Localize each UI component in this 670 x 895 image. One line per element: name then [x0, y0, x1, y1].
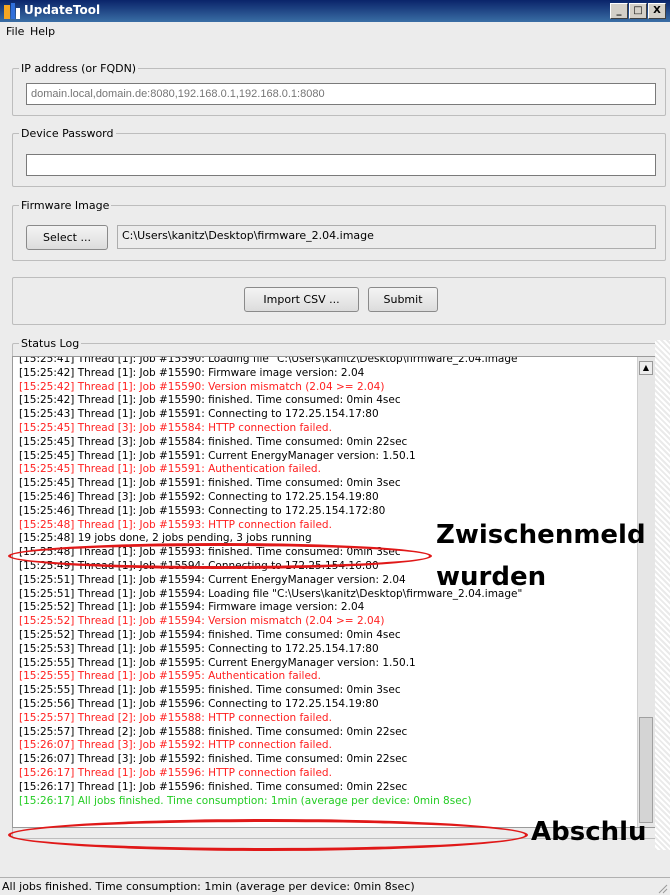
- ip-address-legend: IP address (or FQDN): [21, 62, 137, 75]
- highlight-ellipse-final: [8, 819, 528, 851]
- window-right-edge: [655, 340, 670, 850]
- log-scrollbar[interactable]: ▲: [637, 357, 655, 827]
- status-log-legend: Status Log: [21, 337, 80, 350]
- import-csv-button[interactable]: Import CSV ...: [244, 287, 359, 312]
- annotation-final: Abschlu: [531, 817, 647, 847]
- device-password-legend: Device Password: [21, 127, 114, 140]
- annotation-intermediate: Zwischenmeld: [436, 520, 646, 550]
- firmware-path-field: C:\Users\kanitz\Desktop\firmware_2.04.im…: [117, 225, 656, 249]
- status-bar-text: All jobs finished. Time consumption: 1mi…: [2, 880, 415, 893]
- log-line: [15:25:43] Thread [1]: Job #15591: Conne…: [19, 408, 379, 421]
- title-bar[interactable]: UpdateTool _ □ X: [0, 0, 670, 22]
- log-line: [15:25:57] Thread [2]: Job #15588: HTTP …: [19, 711, 332, 724]
- window-title: UpdateTool: [24, 3, 101, 17]
- ip-address-input[interactable]: [26, 83, 656, 105]
- annotation-intermediate-line2: wurden: [436, 562, 547, 592]
- log-line: [15:26:17] Thread [1]: Job #15596: HTTP …: [19, 766, 332, 779]
- log-line: [15:26:07] Thread [3]: Job #15592: HTTP …: [19, 739, 332, 752]
- close-button[interactable]: X: [648, 3, 666, 19]
- log-line: [15:26:17] Thread [1]: Job #15596: finis…: [19, 780, 408, 793]
- menu-help[interactable]: Help: [30, 25, 55, 38]
- update-tool-window: UpdateTool _ □ X File Help IP address (o…: [0, 0, 670, 895]
- menu-file[interactable]: File: [6, 25, 24, 38]
- log-line: [15:25:52] Thread [1]: Job #15594: finis…: [19, 628, 401, 641]
- menu-bar: File Help: [0, 22, 670, 42]
- log-line: [15:25:55] Thread [1]: Job #15595: Curre…: [19, 656, 416, 669]
- log-line: [15:25:45] Thread [3]: Job #15584: finis…: [19, 435, 408, 448]
- log-line: [15:25:46] Thread [1]: Job #15593: Conne…: [19, 504, 386, 517]
- minimize-button[interactable]: _: [610, 3, 628, 19]
- log-line: [15:25:46] Thread [3]: Job #15592: Conne…: [19, 490, 379, 503]
- log-line: [15:25:56] Thread [1]: Job #15596: Conne…: [19, 697, 379, 710]
- app-icon: [4, 3, 20, 19]
- device-password-input[interactable]: [26, 154, 656, 176]
- scroll-thumb[interactable]: [639, 717, 653, 823]
- log-line: [15:25:55] Thread [1]: Job #15595: Authe…: [19, 670, 321, 683]
- log-line: [15:25:42] Thread [1]: Job #15590: Versi…: [19, 380, 385, 393]
- log-line: [15:25:55] Thread [1]: Job #15595: finis…: [19, 684, 401, 697]
- highlight-ellipse-intermediate: [8, 543, 432, 569]
- log-line: [15:25:45] Thread [1]: Job #15591: finis…: [19, 477, 401, 490]
- log-line: [15:25:52] Thread [1]: Job #15594: Firmw…: [19, 601, 365, 614]
- firmware-image-legend: Firmware Image: [21, 199, 110, 212]
- log-line: [15:25:53] Thread [1]: Job #15595: Conne…: [19, 642, 379, 655]
- log-line: [15:25:41] Thread [1]: Job #15590: Loadi…: [19, 356, 523, 365]
- log-line: [15:25:45] Thread [1]: Job #15591: Curre…: [19, 449, 416, 462]
- scroll-up-arrow-icon[interactable]: ▲: [639, 361, 653, 375]
- log-line: [15:26:07] Thread [3]: Job #15592: finis…: [19, 753, 408, 766]
- log-line: [15:25:57] Thread [2]: Job #15588: finis…: [19, 725, 408, 738]
- status-log[interactable]: [15:25:41] Thread [1]: Job #15590: Loadi…: [12, 356, 656, 828]
- select-firmware-button[interactable]: Select ...: [26, 225, 108, 250]
- log-line: [15:26:17] All jobs finished. Time consu…: [19, 794, 472, 807]
- status-bar: All jobs finished. Time consumption: 1mi…: [0, 877, 670, 895]
- log-line: [15:25:42] Thread [1]: Job #15590: Firmw…: [19, 366, 365, 379]
- log-line: [15:25:45] Thread [1]: Job #15591: Authe…: [19, 463, 321, 476]
- maximize-button[interactable]: □: [629, 3, 647, 19]
- log-line: [15:25:45] Thread [3]: Job #15584: HTTP …: [19, 421, 332, 434]
- log-line: [15:25:52] Thread [1]: Job #15594: Versi…: [19, 615, 385, 628]
- resize-grip-icon[interactable]: [656, 882, 668, 894]
- submit-button[interactable]: Submit: [368, 287, 438, 312]
- log-line: [15:25:42] Thread [1]: Job #15590: finis…: [19, 394, 401, 407]
